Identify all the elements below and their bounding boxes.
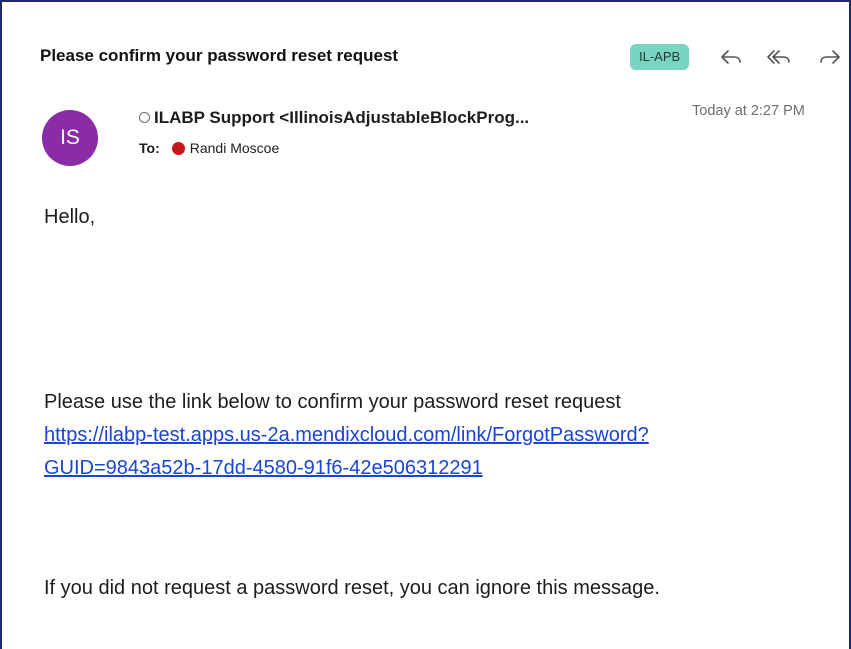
email-timestamp: Today at 2:27 PM <box>692 103 805 119</box>
recipient-name[interactable]: Randi Moscoe <box>190 140 280 156</box>
reset-link-line-1[interactable]: https://ilabp-test.apps.us-2a.mendixclou… <box>44 424 649 447</box>
recipient-status-icon <box>171 142 185 155</box>
forward-icon[interactable] <box>817 46 843 68</box>
instruction-text: Please use the link below to confirm you… <box>44 391 621 413</box>
reset-link-line-2[interactable]: GUID=9843a52b-17dd-4580-91f6-42e50631229… <box>44 457 483 480</box>
mailbox-tag[interactable]: IL-APB <box>630 44 690 70</box>
greeting-text: Hello, <box>44 206 96 228</box>
email-view: Please confirm your password reset reque… <box>0 0 851 649</box>
reply-icon[interactable] <box>718 46 744 68</box>
sender-line[interactable]: ILABP Support <IllinoisAdjustableBlockPr… <box>139 108 529 128</box>
avatar: IS <box>42 110 98 166</box>
email-subject: Please confirm your password reset reque… <box>40 46 399 65</box>
unread-status-icon <box>139 112 150 123</box>
recipient-line: To: Randi Moscoe <box>139 140 279 156</box>
to-label: To: <box>139 140 160 156</box>
reply-all-icon[interactable] <box>766 46 792 68</box>
footer-text: If you did not request a password reset,… <box>44 577 660 599</box>
sender-name: ILABP Support <IllinoisAdjustableBlockPr… <box>154 108 530 127</box>
